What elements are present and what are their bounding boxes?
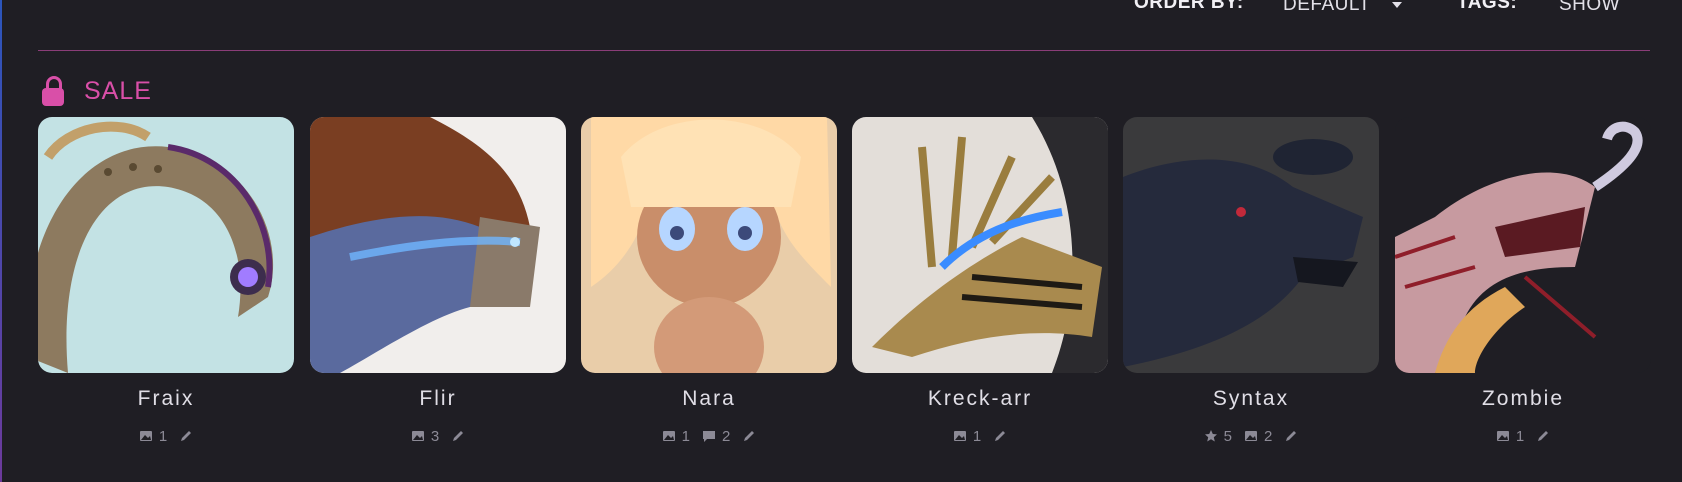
tags-toggle[interactable]: SHOW <box>1559 0 1620 16</box>
card-stats: 1 2 <box>581 427 837 445</box>
character-card[interactable]: Zombie 1 <box>1395 117 1651 445</box>
character-name[interactable]: Flir <box>310 387 566 413</box>
image-count: 1 <box>681 427 690 445</box>
left-edge-accent <box>0 0 2 482</box>
character-name[interactable]: Zombie <box>1395 387 1651 413</box>
image-icon <box>411 429 425 443</box>
character-name[interactable]: Kreck-arr <box>852 387 1108 413</box>
comment-icon <box>702 429 716 443</box>
order-by-label: ORDER BY: <box>1134 0 1244 13</box>
character-card[interactable]: Syntax 5 2 <box>1123 117 1379 445</box>
character-card[interactable]: Flir 3 <box>310 117 566 445</box>
character-name[interactable]: Fraix <box>38 387 294 413</box>
image-icon <box>1244 429 1258 443</box>
image-count: 1 <box>1515 427 1525 445</box>
image-icon <box>139 429 153 443</box>
favorite-count: 5 <box>1223 427 1232 445</box>
comment-count: 2 <box>722 427 731 445</box>
divider <box>38 50 1650 51</box>
character-name[interactable]: Syntax <box>1123 387 1379 413</box>
image-count: 3 <box>430 427 440 445</box>
character-thumbnail[interactable] <box>581 117 837 373</box>
section-title: SALE <box>84 76 152 105</box>
tags-label: TAGS: <box>1457 0 1518 13</box>
image-count: 2 <box>1264 427 1273 445</box>
section-header: SALE <box>42 74 152 108</box>
edit-icon[interactable] <box>742 429 756 443</box>
character-card[interactable]: Kreck-arr 1 <box>852 117 1108 445</box>
character-name[interactable]: Nara <box>581 387 837 413</box>
character-thumbnail[interactable] <box>1395 117 1651 373</box>
character-thumbnail[interactable] <box>852 117 1108 373</box>
edit-icon[interactable] <box>993 429 1007 443</box>
order-by-select[interactable]: DEFAULT <box>1283 0 1371 16</box>
image-count: 1 <box>158 427 168 445</box>
character-thumbnail[interactable] <box>310 117 566 373</box>
character-thumbnail[interactable] <box>38 117 294 373</box>
edit-icon[interactable] <box>1284 429 1298 443</box>
card-stats: 3 <box>310 427 566 445</box>
card-stats: 1 <box>852 427 1108 445</box>
card-stats: 1 <box>38 427 294 445</box>
character-thumbnail[interactable] <box>1123 117 1379 373</box>
image-icon <box>953 429 967 443</box>
character-card[interactable]: Fraix 1 <box>38 117 294 445</box>
chevron-down-icon[interactable] <box>1392 2 1402 8</box>
star-icon <box>1204 429 1218 443</box>
card-stats: 5 2 <box>1123 427 1379 445</box>
image-count: 1 <box>972 427 982 445</box>
image-icon <box>1496 429 1510 443</box>
character-card[interactable]: Nara 1 2 <box>581 117 837 445</box>
edit-icon[interactable] <box>451 429 465 443</box>
lock-icon <box>42 76 64 106</box>
image-icon <box>662 429 676 443</box>
edit-icon[interactable] <box>179 429 193 443</box>
card-stats: 1 <box>1395 427 1651 445</box>
edit-icon[interactable] <box>1536 429 1550 443</box>
filter-toolbar: ORDER BY: DEFAULT TAGS: SHOW <box>0 0 1682 22</box>
